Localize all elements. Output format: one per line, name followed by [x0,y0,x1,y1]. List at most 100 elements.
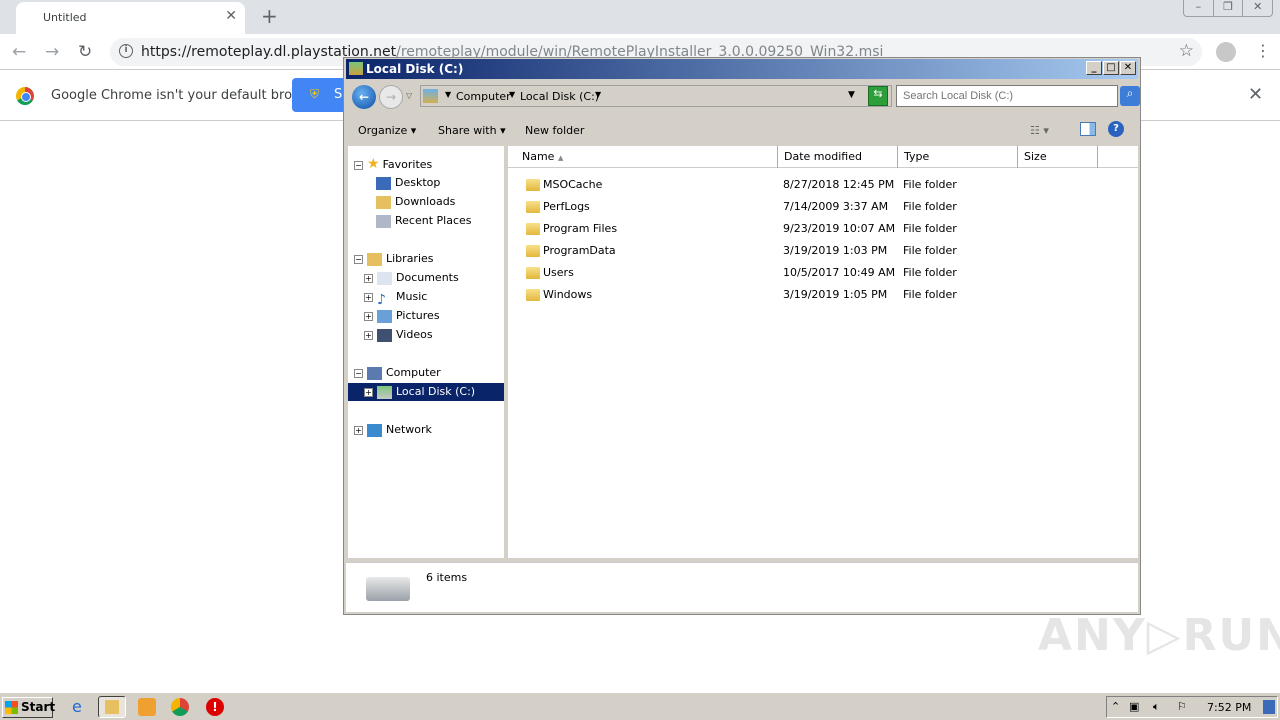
breadcrumb[interactable]: ▼ Computer ▼ Local Disk (C:) ▼ ▼ [420,85,892,107]
nav-libraries[interactable]: − Libraries [354,250,434,268]
explorer-taskbar-button[interactable] [98,696,126,718]
nav-desktop[interactable]: Desktop [376,174,440,192]
preview-pane-icon[interactable] [1080,122,1096,136]
documents-icon [377,271,392,285]
address-dropdown[interactable]: ▼ [848,90,855,100]
file-row[interactable]: Program Files 9/23/2019 10:07 AM File fo… [508,218,1138,240]
downloads-icon [376,195,391,209]
recent-pages-dropdown[interactable]: ▽ [406,91,412,100]
nav-music[interactable]: + ♪ Music [364,288,427,308]
folder-icon [526,201,540,213]
nav-recent-places[interactable]: Recent Places [376,212,472,230]
network-tray-icon[interactable]: ▣ [1129,700,1139,713]
breadcrumb-local-disk[interactable]: Local Disk (C:) [520,90,599,103]
nav-network[interactable]: + Network [354,421,432,439]
browser-tab[interactable]: Untitled ✕ [16,2,245,34]
menu-icon[interactable]: ⋮ [1255,41,1271,60]
recent-places-icon [376,214,391,228]
videos-icon [377,328,392,342]
start-button[interactable]: Start [2,697,55,718]
item-count: 6 items [426,571,468,584]
system-tray: ⌃ ▣ 🔈︎ ⚐ 7:52 PM [1106,696,1278,718]
file-date: 10/5/2017 10:49 AM [783,266,896,279]
forward-button[interactable]: → [379,85,403,109]
close-button[interactable]: ✕ [1243,0,1272,16]
show-desktop-button[interactable] [1263,700,1275,714]
file-date: 8/27/2018 12:45 PM [783,178,895,191]
column-size[interactable]: Size [1018,146,1098,168]
nav-videos[interactable]: + Videos [364,326,433,344]
file-type: File folder [903,266,957,279]
file-row[interactable]: ProgramData 3/19/2019 1:03 PM File folde… [508,240,1138,262]
action-center-flag-icon[interactable]: ⚐ [1177,700,1187,713]
opera-icon[interactable]: ! [206,698,224,716]
details-pane: 6 items [346,562,1138,612]
network-icon [367,423,382,437]
title-bar[interactable]: Local Disk (C:) _ □ ✕ [346,59,1138,79]
file-row[interactable]: Windows 3/19/2019 1:05 PM File folder [508,284,1138,306]
computer-icon [423,89,438,103]
tab-strip: Untitled ✕ + – ❐ ✕ [0,0,1280,34]
new-tab-button[interactable]: + [261,4,278,28]
clock[interactable]: 7:52 PM [1207,701,1251,714]
media-player-icon[interactable] [138,698,156,716]
share-with-button[interactable]: Share with ▾ [438,124,506,137]
close-tab-icon[interactable]: ✕ [225,8,237,24]
maximize-button[interactable]: □ [1103,61,1119,75]
refresh-button[interactable]: ⇆ [868,86,888,106]
folder-icon [526,179,540,191]
file-type: File folder [903,288,957,301]
music-icon: ♪ [377,291,386,308]
close-button[interactable]: ✕ [1120,61,1136,75]
folder-icon [526,245,540,257]
file-row[interactable]: PerfLogs 7/14/2009 3:37 AM File folder [508,196,1138,218]
profile-avatar[interactable] [1216,42,1236,62]
nav-local-disk[interactable]: + Local Disk (C:) [348,383,504,401]
new-folder-button[interactable]: New folder [525,124,584,137]
column-date-modified[interactable]: Date modified [778,146,898,168]
close-infobar-icon[interactable]: ✕ [1248,84,1263,105]
nav-computer[interactable]: − Computer [354,364,441,382]
reload-button[interactable]: ↻ [78,42,92,62]
view-options-icon[interactable]: ☷ ▾ [1030,124,1049,137]
breadcrumb-computer[interactable]: Computer [456,90,511,103]
volume-icon[interactable]: 🔈︎ [1153,700,1160,714]
file-name: PerfLogs [543,200,590,213]
show-hidden-icons[interactable]: ⌃ [1111,700,1120,713]
nav-pictures[interactable]: + Pictures [364,307,440,325]
minimize-button[interactable]: _ [1086,61,1102,75]
column-name[interactable]: Name ▲ [508,146,778,168]
search-icon[interactable]: ⌕ [1120,86,1140,106]
nav-downloads[interactable]: Downloads [376,193,455,211]
file-name: Users [543,266,574,279]
pictures-icon [377,309,392,323]
back-button[interactable]: ← [352,85,376,109]
chrome-icon[interactable] [171,698,189,716]
nav-favorites[interactable]: − ★ Favorites [354,155,432,173]
taskbar: Start e ! ⌃ ▣ 🔈︎ ⚐ 7:52 PM [0,692,1280,720]
file-type: File folder [903,244,957,257]
window-controls: – ❐ ✕ [1183,0,1273,17]
forward-button[interactable]: → [45,42,59,62]
desktop-icon [376,176,391,190]
minimize-button[interactable]: – [1184,0,1214,16]
column-type[interactable]: Type [898,146,1018,168]
search-input[interactable] [896,85,1118,107]
ie-icon[interactable]: e [72,698,90,716]
back-button[interactable]: ← [12,42,26,62]
chrome-logo-icon [16,87,34,105]
file-date: 3/19/2019 1:05 PM [783,288,888,301]
file-date: 7/14/2009 3:37 AM [783,200,889,213]
address-row: ← → ▽ ▼ Computer ▼ Local Disk (C:) ▼ ▼ ⇆… [348,82,1140,112]
bookmark-star-icon[interactable]: ☆ [1179,41,1194,61]
file-type: File folder [903,178,957,191]
organize-button[interactable]: Organize ▾ [358,124,416,137]
file-row[interactable]: MSOCache 8/27/2018 12:45 PM File folder [508,174,1138,196]
help-icon[interactable]: ? [1108,121,1124,137]
drive-icon [366,577,410,601]
restore-button[interactable]: ❐ [1214,0,1244,16]
info-icon[interactable]: i [119,44,133,58]
column-header: Name ▲ Date modified Type Size [508,146,1138,168]
file-row[interactable]: Users 10/5/2017 10:49 AM File folder [508,262,1138,284]
nav-documents[interactable]: + Documents [364,269,459,287]
